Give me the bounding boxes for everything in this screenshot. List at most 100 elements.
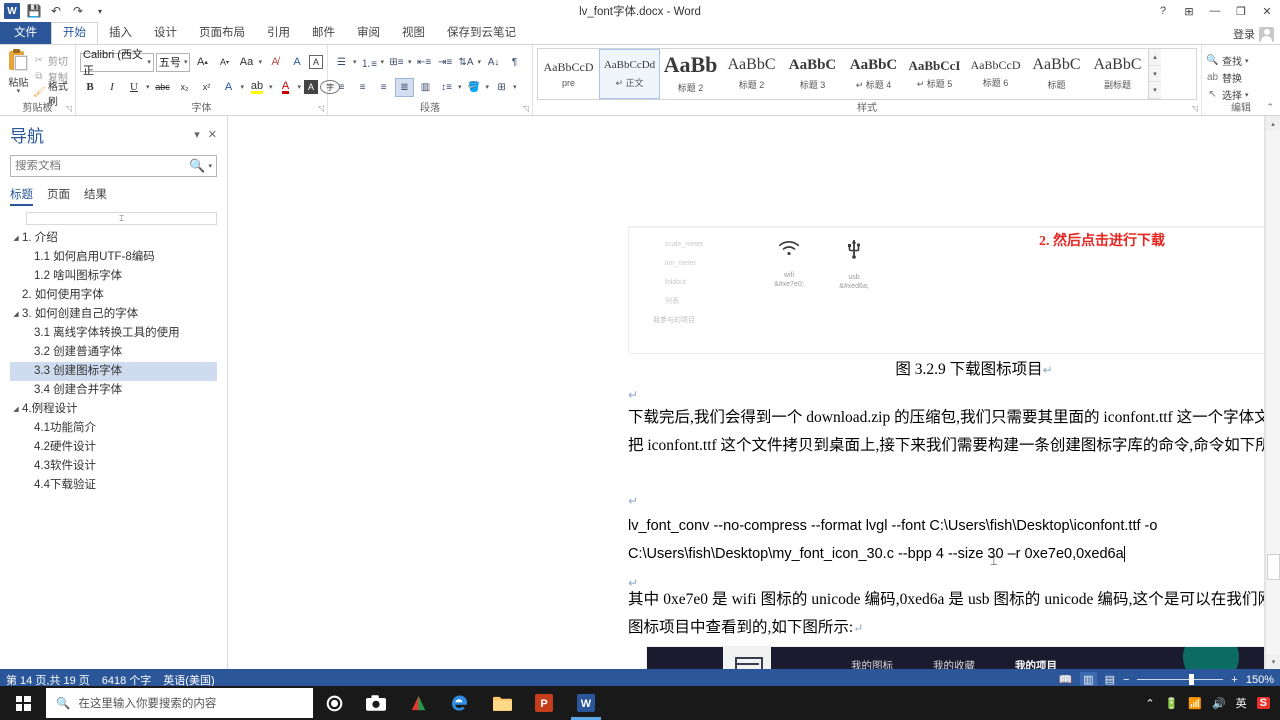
pdf-reader-icon[interactable] — [397, 686, 439, 720]
network-icon[interactable]: 📶 — [1188, 697, 1202, 710]
iconfont-nav-my-favorites[interactable]: 我的收藏 — [933, 658, 975, 669]
tab-insert[interactable]: 插入 — [98, 23, 143, 44]
sign-in-area[interactable]: 登录 — [1233, 26, 1274, 42]
tab-page-layout[interactable]: 页面布局 — [188, 23, 256, 44]
redo-icon[interactable]: ↷ — [70, 3, 86, 19]
volume-icon[interactable]: 🔊 — [1212, 697, 1226, 710]
search-input[interactable] — [15, 160, 190, 172]
chevron-down-icon[interactable]: ▾ — [147, 58, 151, 66]
chevron-down-icon[interactable]: ▾ — [208, 162, 212, 170]
chevron-down-icon[interactable]: ▾ — [1245, 91, 1250, 99]
scroll-up-icon[interactable]: ▴ — [1266, 116, 1280, 131]
styles-gallery[interactable]: AaBbCcD pre AaBbCcDd ↵ 正文 AaBb 标题 2 AaBb… — [537, 48, 1197, 100]
search-icon[interactable]: 🔍 — [189, 158, 205, 174]
align-left-icon[interactable]: ≡ — [332, 78, 351, 97]
chevron-down-icon[interactable]: ▾ — [513, 83, 518, 91]
style-tile-pre[interactable]: AaBbCcD pre — [538, 49, 599, 99]
collapse-ribbon-icon[interactable]: ⌃ — [1266, 102, 1274, 113]
powerpoint-icon[interactable]: P — [523, 686, 565, 720]
chevron-down-icon[interactable]: ▾ — [241, 83, 246, 91]
tab-references[interactable]: 引用 — [256, 23, 301, 44]
expand-arrow-icon[interactable]: ◢ — [10, 400, 22, 419]
italic-icon[interactable]: I — [102, 77, 122, 97]
chevron-down-icon[interactable]: ▾ — [381, 58, 386, 66]
sort-az-icon[interactable]: A↓ — [484, 53, 503, 72]
file-explorer-icon[interactable] — [481, 686, 523, 720]
superscript-icon[interactable]: x² — [197, 77, 217, 97]
camera-icon[interactable] — [355, 686, 397, 720]
iconfont-nav-my-projects[interactable]: 我的项目 — [1015, 658, 1057, 669]
chevron-down-icon[interactable]: ▾ — [269, 83, 274, 91]
nav-tab-headings[interactable]: 标题 — [10, 186, 33, 206]
bold-icon[interactable]: B — [80, 77, 100, 97]
decrease-indent-icon[interactable]: ⇤≡ — [415, 53, 434, 72]
change-case-icon[interactable]: Aa — [236, 52, 256, 72]
word-taskbar-icon[interactable]: W — [565, 686, 607, 720]
line-spacing-icon[interactable]: ↕≡ — [437, 78, 456, 97]
style-tile-normal[interactable]: AaBbCcDd ↵ 正文 — [599, 49, 660, 99]
font-dialog-launcher-icon[interactable]: ◹ — [318, 104, 324, 113]
bullets-icon[interactable]: ☰ — [332, 53, 351, 72]
style-tile-subtitle[interactable]: AaBbC 副标题 — [1087, 49, 1148, 99]
align-center-icon[interactable]: ≡ — [353, 78, 372, 97]
paste-button[interactable]: 粘贴 ▾ — [4, 47, 33, 103]
toc-item-3-4[interactable]: 3.4 创建合并字体 — [10, 381, 217, 400]
toc-item-3-3[interactable]: 3.3 创建图标字体 — [10, 362, 217, 381]
document-vertical-scrollbar[interactable]: ▴ ▾ — [1265, 116, 1280, 669]
taskbar-search-box[interactable]: 🔍 在这里输入你要搜索的内容 — [46, 688, 313, 718]
read-mode-icon[interactable]: 📖 — [1058, 673, 1072, 686]
style-tile-heading-3[interactable]: AaBbC 标题 3 — [782, 49, 843, 99]
underline-icon[interactable]: U — [124, 77, 144, 97]
tab-mailings[interactable]: 邮件 — [301, 23, 346, 44]
start-button[interactable] — [0, 686, 46, 720]
replace-button[interactable]: ab 替换 — [1206, 69, 1276, 86]
toc-item-3[interactable]: ◢ 3. 如何创建自己的字体 — [10, 305, 217, 324]
borders-icon[interactable]: ⊞ — [492, 78, 511, 97]
clipboard-dialog-launcher-icon[interactable]: ◹ — [66, 104, 72, 113]
zoom-in-button[interactable]: + — [1231, 674, 1237, 686]
text-highlight-icon[interactable]: ab — [247, 77, 267, 97]
strikethrough-icon[interactable]: abc — [153, 77, 173, 97]
toc-item-1-2[interactable]: 1.2 啥叫图标字体 — [10, 267, 217, 286]
chevron-down-icon[interactable]: ▾ — [184, 58, 188, 66]
style-tile-heading-4[interactable]: AaBbC ↵ 标题 4 — [843, 49, 904, 99]
tab-save-to-cloud-note[interactable]: 保存到云笔记 — [436, 23, 527, 44]
toc-item-1[interactable]: ◢ 1. 介绍 — [10, 229, 217, 248]
align-right-icon[interactable]: ≡ — [374, 78, 393, 97]
style-tile-heading-5[interactable]: AaBbCcI ↵ 标题 5 — [904, 49, 965, 99]
chevron-down-icon[interactable]: ▾ — [258, 58, 263, 66]
chevron-down-icon[interactable]: ▾ — [298, 83, 303, 91]
chevron-down-icon[interactable]: ▾ — [353, 58, 358, 66]
toc-item-3-2[interactable]: 3.2 创建普通字体 — [10, 343, 217, 362]
styles-dialog-launcher-icon[interactable]: ◹ — [1192, 104, 1198, 113]
undo-icon[interactable]: ↶ — [48, 3, 64, 19]
paste-dropdown-icon[interactable]: ▾ — [17, 88, 21, 95]
text-effects-icon[interactable]: A — [287, 52, 307, 72]
find-button[interactable]: 🔍 查找 ▾ — [1206, 52, 1276, 69]
body-paragraph-2[interactable]: 其中 0xe7e0 是 wifi 图标的 unicode 编码,0xed6a 是… — [628, 586, 1280, 642]
character-border-icon[interactable]: A — [309, 55, 323, 69]
chevron-down-icon[interactable]: ▾ — [458, 83, 463, 91]
print-layout-icon[interactable]: ▥ — [1080, 672, 1097, 687]
show-formatting-marks-icon[interactable]: ¶ — [505, 53, 524, 72]
tab-home[interactable]: 开始 — [51, 22, 98, 44]
nav-tab-results[interactable]: 结果 — [84, 186, 107, 206]
style-tile-heading-6[interactable]: AaBbCcD 标题 6 — [965, 49, 1026, 99]
font-name-combobox[interactable]: Calibri (西文正 ▾ — [80, 49, 154, 77]
toc-item-1-1[interactable]: 1.1 如何启用UTF-8编码 — [10, 248, 217, 267]
toc-item-4-2[interactable]: 4.2硬件设计 — [10, 438, 217, 457]
sign-in-label[interactable]: 登录 — [1233, 26, 1255, 42]
tab-file[interactable]: 文件 — [0, 22, 51, 44]
command-block[interactable]: lv_font_conv --no-compress --format lvgl… — [628, 512, 1280, 568]
numbering-icon[interactable]: ⒈≡ — [360, 53, 379, 72]
navigation-search-box[interactable]: 🔍 ▾ — [10, 155, 217, 177]
distribute-icon[interactable]: ▥ — [416, 78, 435, 97]
body-paragraph-1[interactable]: 下载完后,我们会得到一个 download.zip 的压缩包,我们只需要其里面的… — [628, 404, 1280, 460]
close-icon[interactable]: ✕ — [1254, 1, 1280, 21]
chevron-down-icon[interactable]: ▾ — [486, 83, 491, 91]
style-tile-title[interactable]: AaBbC 标题 — [1026, 49, 1087, 99]
styles-gallery-scrollbar[interactable]: ▴ ▾ ▾ — [1148, 49, 1161, 99]
navigation-scroll-indicator[interactable]: ⌶ — [26, 212, 217, 225]
shrink-font-icon[interactable]: A ▾ — [214, 52, 234, 72]
text-outline-icon[interactable]: A — [219, 77, 239, 97]
